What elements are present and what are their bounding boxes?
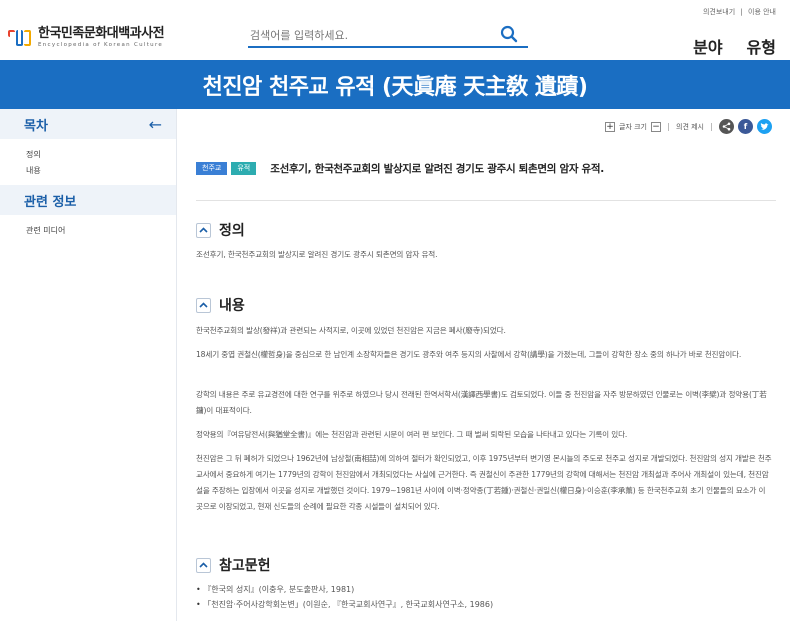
definition-text: 조선후기, 한국천주교회의 발상지로 알려진 경기도 광주시 퇴촌면의 암자 유… [196,250,438,259]
usage-guide-link[interactable]: 이용 안내 [748,8,776,16]
summary-text: 조선후기, 한국천주교회의 발상지로 알려진 경기도 광주시 퇴촌면의 암자 유… [270,162,604,175]
share-icon[interactable] [719,119,734,134]
definition-section-header: 정의 [196,220,245,240]
collapse-toggle-button[interactable] [196,557,211,573]
tool-divider [711,122,712,131]
content-paragraph: 정약용의『여유당전서(與猶堂全書)』에는 천진암과 관련된 시문이 여러 편 보… [196,430,628,439]
content-title: 내용 [219,298,245,314]
tool-divider [668,122,669,131]
top-utility-links: 의견보내기 | 이용 안내 [700,7,776,17]
collapse-toggle-button[interactable] [196,222,211,238]
divider [196,200,776,201]
collapse-arrow-icon[interactable]: ← [149,115,162,134]
related-info-header: 관련 정보 [0,185,176,215]
references-title: 참고문헌 [219,558,271,574]
collapse-toggle-button[interactable] [196,297,211,313]
title-band: 천진암 천주교 유적 (天眞庵 天主敎 遺蹟) [0,60,790,109]
chevron-up-icon [199,227,208,233]
toc-title: 목차 [24,118,48,134]
related-info-title: 관련 정보 [24,194,77,210]
reference-item: 「천진암·주어사강학회논변」(이원순, 『한국교회사연구』, 한국교회사연구소,… [196,597,772,612]
chevron-up-icon [199,302,208,308]
search-input[interactable] [248,24,488,47]
font-decrease-button[interactable]: − [651,121,661,132]
main-nav: 분야 유형 [693,34,776,58]
logo-korean-text: 한국민족문화대백과사전 [38,26,165,41]
font-size-label: 글자 크기 [619,122,647,131]
article-tools: + 글자 크기 − 의견 제시 f [605,119,772,134]
category-tag[interactable]: 천주교 [196,161,228,175]
search-box [248,24,528,48]
content-paragraph: 천진암은 그 뒤 폐허가 되었으나 1962년에 남상철(南相喆)에 의하여 절… [196,454,772,511]
content-paragraph: 18세기 중엽 권철신(權哲身)을 중심으로 한 남인계 소장학자들은 경기도 … [196,350,742,359]
search-icon [500,25,518,43]
toc-header: 목차 ← [0,109,176,139]
toc-list: 정의 내용 [0,139,176,179]
twitter-icon[interactable] [757,119,772,134]
nav-field[interactable]: 분야 [693,34,722,58]
nav-type[interactable]: 유형 [747,34,776,58]
search-button[interactable] [498,24,520,46]
logo-english-text: Encyclopedia of Korean Culture [38,42,164,48]
logo-mark-icon [8,28,32,48]
reference-item: 『한국의 성지』(이충우, 분도출판사, 1981) [196,582,772,597]
content-paragraph: 한국천주교회의 발상(發祥)과 관련되는 사적지로, 이곳에 있었던 천진암은 … [196,326,506,335]
feedback-link[interactable]: 의견보내기 [703,8,735,16]
toc-item-content[interactable]: 내용 [0,163,176,179]
site-header: 한국민족문화대백과사전 Encyclopedia of Korean Cultu… [0,0,790,60]
article-summary: 천주교 유적 조선후기, 한국천주교회의 발상지로 알려진 경기도 광주시 퇴촌… [196,158,776,178]
chevron-up-icon [199,562,208,568]
references-section-header: 참고문헌 [196,555,271,575]
definition-title: 정의 [219,223,245,239]
main-content: + 글자 크기 − 의견 제시 f 천주교 유적 조선후기, 한국천주교회의 발… [196,109,776,621]
page-title: 천진암 천주교 유적 (天眞庵 天主敎 遺蹟) [202,74,588,100]
content-paragraph: 강학의 내용은 주로 유교경전에 대한 연구를 위주로 하였으나 당시 전래된 … [196,390,767,415]
font-increase-button[interactable]: + [605,121,615,132]
link-divider: | [740,8,743,16]
sidebar: 목차 ← 정의 내용 관련 정보 관련 미디어 [0,109,177,621]
related-media-link[interactable]: 관련 미디어 [0,215,176,236]
type-tag[interactable]: 유적 [231,161,257,175]
site-logo[interactable]: 한국민족문화대백과사전 Encyclopedia of Korean Cultu… [8,26,165,49]
content-section-header: 내용 [196,295,245,315]
toc-item-definition[interactable]: 정의 [0,147,176,163]
references-list: 『한국의 성지』(이충우, 분도출판사, 1981) 「천진암·주어사강학회논변… [196,582,772,612]
feedback-button[interactable]: 의견 제시 [676,122,704,132]
facebook-icon[interactable]: f [738,119,753,134]
